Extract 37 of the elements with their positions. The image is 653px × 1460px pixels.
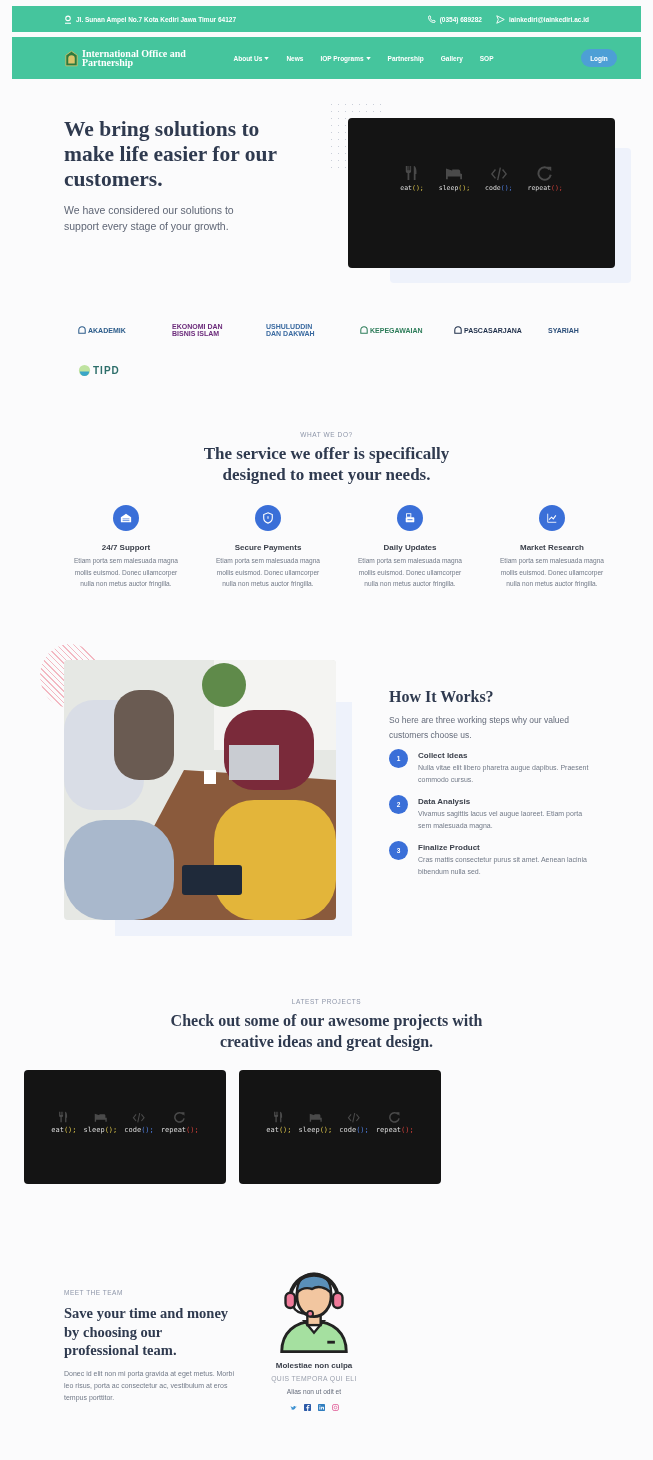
linkedin-icon[interactable] <box>317 1404 325 1411</box>
location-pin-icon <box>64 14 72 24</box>
line-chart-icon <box>546 512 558 524</box>
brand-name[interactable]: International Office and Partnership <box>82 48 197 68</box>
mosque-icon <box>78 326 86 335</box>
service-title: 24/7 Support <box>101 543 151 552</box>
send-icon <box>495 14 505 24</box>
mosque-icon <box>454 326 462 335</box>
code-icon <box>347 1110 361 1123</box>
service-title: Secure Payments <box>234 543 302 552</box>
partner-logo: TIPD <box>78 359 172 381</box>
swirl-icon <box>78 363 91 377</box>
facebook-icon[interactable] <box>303 1404 311 1411</box>
phone-icon <box>426 14 436 24</box>
mosque-logo-icon <box>65 49 78 67</box>
refresh-icon <box>173 1110 187 1123</box>
bird-icon[interactable] <box>289 1404 297 1411</box>
hero-heading: We bring solutions to make life easier for our customers. <box>64 117 278 192</box>
code-icon <box>132 1110 146 1123</box>
step-title: Data Analysis <box>418 797 472 806</box>
section-heading: Save your time and money by choosing our professional team. <box>64 1304 230 1360</box>
member-name: Molestiae non culpa <box>275 1361 353 1370</box>
service-title: Market Research <box>519 543 584 552</box>
hero-subtitle: We have considered our solutions to support every stage of your growth. <box>64 203 235 234</box>
device-icon <box>404 512 416 524</box>
mosque-icon <box>360 326 368 335</box>
section-heading: Check out some of our awesome projects with creative ideas and great design. <box>169 1011 484 1052</box>
instagram-icon[interactable] <box>331 1404 339 1411</box>
service-title: Daily Updates <box>383 543 437 552</box>
step-title: Collect Ideas <box>418 751 469 760</box>
section-heading: How It Works? <box>389 688 495 706</box>
shield-icon <box>262 512 274 524</box>
refresh-icon <box>388 1110 402 1123</box>
garage-icon <box>120 512 132 524</box>
section-subtitle: So here are three working steps why our valued customers choose us. <box>389 714 569 742</box>
step-title: Finalize Product <box>418 843 481 852</box>
section-heading: The service we offer is specifically designed to meet your needs. <box>202 443 451 485</box>
